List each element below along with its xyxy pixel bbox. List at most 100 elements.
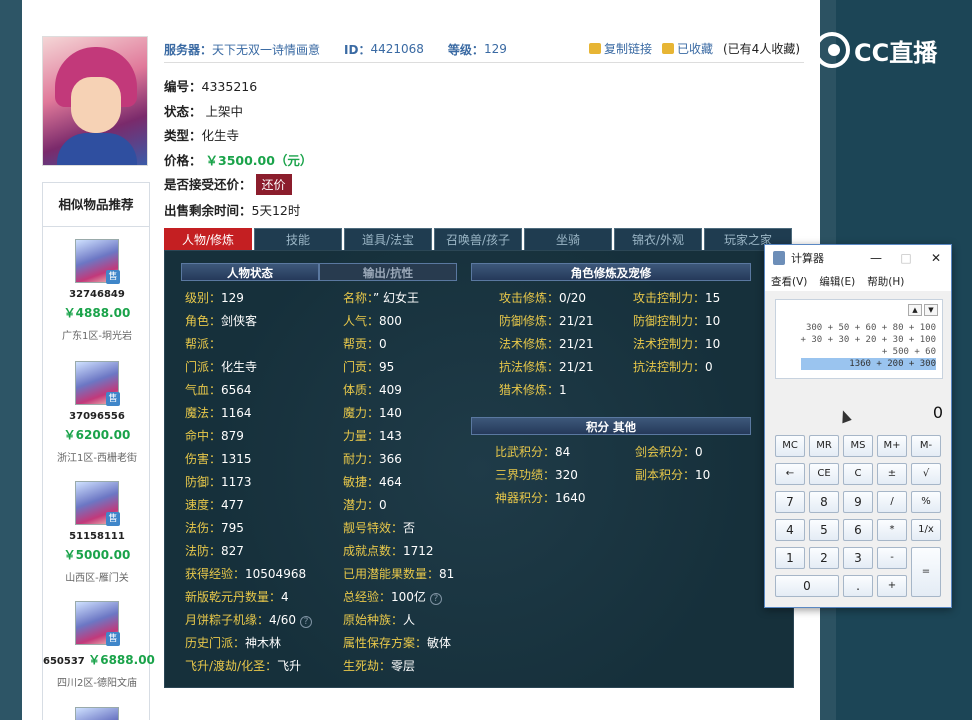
- calc-key[interactable]: 2: [809, 547, 839, 569]
- calc-key[interactable]: 1: [775, 547, 805, 569]
- calc-key[interactable]: 8: [809, 491, 839, 513]
- calc-key[interactable]: MR: [809, 435, 839, 457]
- stat-row: 三界功绩：320: [495, 468, 578, 482]
- counter-offer-button[interactable]: 还价: [255, 174, 292, 195]
- item-header: 服务器： 天下无双一诗情画意 ID： 4421068 等级： 129 复制链接 …: [164, 38, 804, 60]
- stat-row: 攻击控制力：15: [633, 291, 721, 305]
- calc-key[interactable]: 0: [775, 575, 839, 597]
- calc-key[interactable]: MC: [775, 435, 805, 457]
- id-value: 4421068: [370, 42, 424, 56]
- stat-row: 防御控制力：10: [633, 314, 721, 328]
- help-icon[interactable]: ?: [299, 616, 312, 628]
- tab-skills[interactable]: 技能: [254, 228, 342, 250]
- stat-row: 耐力：366: [343, 452, 402, 466]
- stat-row: 级别：129: [185, 291, 244, 305]
- stat-row: 体质：409: [343, 383, 402, 397]
- tab-pets[interactable]: 召唤兽/孩子: [434, 228, 522, 250]
- counter-offer-row: 是否接受还价： 还价: [164, 174, 292, 195]
- item-thumbnail: 售: [75, 239, 120, 284]
- calc-key[interactable]: C: [843, 463, 873, 485]
- sale-tag: 售: [106, 632, 120, 646]
- cc-logo-icon: [814, 32, 850, 68]
- stat-row: 总经验：100亿?: [343, 588, 442, 605]
- calc-key[interactable]: 3: [843, 547, 873, 569]
- calc-key[interactable]: 4: [775, 519, 805, 541]
- menu-help[interactable]: 帮助(H): [867, 274, 904, 289]
- calc-key[interactable]: √: [911, 463, 941, 485]
- calc-key[interactable]: /: [877, 491, 907, 513]
- calc-key[interactable]: 6: [843, 519, 873, 541]
- stat-row: 剑会积分：0: [635, 445, 703, 459]
- calc-key[interactable]: M+: [877, 435, 907, 457]
- recommend-item[interactable]: 售 32746849 ￥4888.00 广东1区-坰光岩: [43, 239, 151, 342]
- tab-mounts[interactable]: 坐骑: [524, 228, 612, 250]
- maximize-icon[interactable]: □: [891, 245, 921, 271]
- stat-row: 帮派：: [185, 337, 222, 351]
- favorite-button[interactable]: 已收藏: [661, 40, 713, 57]
- calc-key[interactable]: ±: [877, 463, 907, 485]
- stat-row: 已用潜能果数量：81: [343, 567, 455, 581]
- calc-key[interactable]: -: [877, 547, 907, 569]
- detail-tabs: 人物/修炼 技能 道具/法宝 召唤兽/孩子 坐骑 锦衣/外观 玩家之家: [164, 228, 794, 250]
- calculator-result: 0: [932, 403, 943, 422]
- recommend-item[interactable]: 售 51158111 ￥5000.00 山西区-雁门关: [43, 481, 151, 584]
- stat-row: 防御：1173: [185, 475, 252, 489]
- output-bar[interactable]: 输出/抗性: [319, 263, 457, 281]
- character-avatar: [42, 36, 148, 166]
- stat-row: 门贡：95: [343, 360, 395, 374]
- favorite-count: (已有4人收藏): [723, 42, 800, 56]
- tab-character[interactable]: 人物/修炼: [164, 228, 252, 250]
- stat-row: 潜力：0: [343, 498, 387, 512]
- cc-logo-text: CC直播: [854, 38, 938, 67]
- calculator-display: ▲ ▼ 300 + 50 + 60 + 80 + 100 + 30 + 30 + …: [775, 299, 943, 379]
- menu-view[interactable]: 查看(V): [771, 274, 807, 289]
- cc-live-logo: CC直播: [814, 32, 937, 68]
- status-row: 状态： 上架中: [164, 104, 244, 119]
- recommend-item[interactable]: [43, 707, 151, 720]
- calc-key[interactable]: CE: [809, 463, 839, 485]
- copy-link-button[interactable]: 复制链接: [588, 40, 652, 57]
- price-row: 价格： ￥3500.00（元）: [164, 153, 313, 168]
- stat-row: 靓号特效：否: [343, 521, 416, 535]
- number-row: 编号：4335216: [164, 79, 258, 94]
- stat-row: 魔力：140: [343, 406, 402, 420]
- calc-key[interactable]: .: [843, 575, 873, 597]
- stat-row: 法伤：795: [185, 521, 244, 535]
- calculator-title: 计算器: [791, 252, 824, 265]
- stat-row: 神器积分：1640: [495, 491, 586, 505]
- calc-key[interactable]: M-: [911, 435, 941, 457]
- menu-edit[interactable]: 编辑(E): [819, 274, 855, 289]
- stat-row: 法术修炼：21/21: [499, 337, 594, 351]
- calc-key[interactable]: =: [911, 547, 941, 597]
- scroll-down-icon[interactable]: ▼: [924, 304, 938, 316]
- stat-row: 月饼粽子机缘：4/60?: [185, 611, 312, 628]
- calc-key[interactable]: 5: [809, 519, 839, 541]
- calc-key[interactable]: +: [877, 575, 907, 597]
- server-label: 服务器：: [164, 42, 213, 57]
- calc-key[interactable]: %: [911, 491, 941, 513]
- calc-key[interactable]: *: [877, 519, 907, 541]
- calc-key[interactable]: 7: [775, 491, 805, 513]
- star-folder-icon: [661, 43, 674, 54]
- stat-row: 抗法控制力：0: [633, 360, 713, 374]
- tab-items[interactable]: 道具/法宝: [344, 228, 432, 250]
- calc-key[interactable]: 1/x: [911, 519, 941, 541]
- stat-row: 获得经验：10504968: [185, 567, 307, 581]
- stat-row: 命中：879: [185, 429, 244, 443]
- stat-row: 法防：827: [185, 544, 244, 558]
- stat-row: 帮贡：0: [343, 337, 387, 351]
- calc-key[interactable]: MS: [843, 435, 873, 457]
- help-icon[interactable]: ?: [429, 593, 442, 605]
- calc-key[interactable]: 9: [843, 491, 873, 513]
- recommend-item[interactable]: 售 37096556 ￥6200.00 浙江1区-西栅老街: [43, 361, 151, 464]
- calc-key[interactable]: ←: [775, 463, 805, 485]
- recommend-item[interactable]: 售 650537 ￥6888.00 四川2区-德阳文庙: [43, 601, 155, 689]
- stat-row: 飞升/渡劫/化圣：飞升: [185, 659, 302, 673]
- close-icon[interactable]: ✕: [921, 245, 951, 271]
- scroll-up-icon[interactable]: ▲: [908, 304, 922, 316]
- stat-row: 人气：800: [343, 314, 402, 328]
- stat-row: 角色：剑侠客: [185, 314, 258, 328]
- minimize-icon[interactable]: —: [861, 245, 891, 271]
- tab-outfits[interactable]: 锦衣/外观: [614, 228, 702, 250]
- sale-tag: 售: [106, 392, 120, 406]
